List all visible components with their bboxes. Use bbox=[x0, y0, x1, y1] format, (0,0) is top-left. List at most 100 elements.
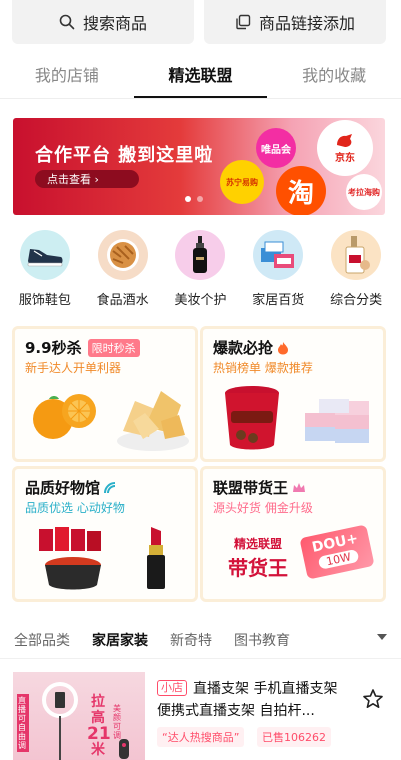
hot-search-badge: “达人热搜商品” bbox=[157, 727, 245, 747]
banner-dot[interactable] bbox=[185, 196, 191, 202]
tabs-divider bbox=[0, 98, 401, 99]
suning-logo: 苏宁易购 bbox=[220, 160, 264, 204]
chips-image bbox=[117, 391, 189, 451]
subtab-books-education[interactable]: 图书教育 bbox=[234, 630, 290, 650]
crown-icon bbox=[293, 482, 306, 492]
image-text-3: 21 bbox=[87, 724, 111, 744]
category-clothing-label: 服饰鞋包 bbox=[18, 293, 71, 308]
expand-subtabs-icon[interactable] bbox=[377, 634, 387, 640]
hot-items-subtitle: 热销榜单 爆款推荐 bbox=[213, 361, 313, 375]
flash-sale-title: 9.9秒杀 限时秒杀 bbox=[25, 337, 140, 358]
ring-light-icon bbox=[42, 682, 78, 760]
product-image-left-text: 直播可自由调 bbox=[17, 694, 29, 752]
category-subtabs: 全部品类 家居家装 新奇特 图书教育 bbox=[0, 622, 401, 658]
search-icon bbox=[59, 14, 75, 30]
gift-bag-icon bbox=[345, 236, 371, 274]
flash-sale-subtitle: 新手达人开单利器 bbox=[25, 361, 122, 375]
flash-sale-title-text: 9.9秒杀 bbox=[25, 339, 82, 357]
main-tabs: 我的店铺 精选联盟 我的收藏 bbox=[0, 50, 401, 98]
flash-sale-card[interactable]: 9.9秒杀 限时秒杀 新手达人开单利器 bbox=[12, 326, 198, 462]
category-home-label: 家居百货 bbox=[252, 293, 305, 308]
sales-king-stamp: 精选联盟 带货王 bbox=[219, 535, 297, 581]
tab-my-shop-label: 我的店铺 bbox=[34, 66, 99, 85]
jd-dog-icon bbox=[337, 133, 352, 147]
snack-bowl-icon bbox=[106, 239, 139, 271]
hot-items-title-text: 爆款必抢 bbox=[213, 339, 274, 357]
sales-king-card[interactable]: 联盟带货王 源头好货 佣金升级 精选联盟 带货王 DOU+ 10W bbox=[200, 466, 386, 602]
product-image: 直播可自由调 拉 高 21 米 美颜可调 bbox=[13, 672, 145, 760]
fire-icon bbox=[278, 341, 289, 354]
top-bar: 搜索商品 商品链接添加 bbox=[0, 0, 401, 50]
taobao-logo: 淘 bbox=[276, 166, 326, 215]
add-product-link-button[interactable]: 商品链接添加 bbox=[204, 0, 386, 44]
tab-my-shop[interactable]: 我的店铺 bbox=[0, 50, 134, 98]
tab-my-favorites[interactable]: 我的收藏 bbox=[267, 50, 401, 98]
add-product-link-label: 商品链接添加 bbox=[258, 14, 355, 33]
chocolate-tub-image bbox=[225, 386, 279, 450]
banner-pagination bbox=[185, 196, 203, 202]
banner-title: 合作平台 搬到这里啦 bbox=[35, 145, 214, 166]
sales-king-title-text: 联盟带货王 bbox=[213, 479, 289, 497]
subtabs-divider bbox=[0, 658, 401, 659]
product-image-side-text: 美颜可调 bbox=[113, 704, 121, 740]
hotpot-image bbox=[39, 527, 101, 590]
vipshop-logo: 唯品会 bbox=[256, 128, 296, 168]
search-products-button[interactable]: 搜索商品 bbox=[12, 0, 194, 44]
category-beauty[interactable]: 美妆个护 bbox=[165, 230, 235, 314]
tab-selected-alliance[interactable]: 精选联盟 bbox=[133, 50, 268, 98]
banner-view-button[interactable]: 点击查看 › bbox=[35, 170, 139, 188]
stamp-line1: 精选联盟 bbox=[233, 537, 282, 551]
tab-my-favorites-label: 我的收藏 bbox=[302, 66, 367, 85]
product-image-big-text: 拉 高 21 米 bbox=[87, 694, 111, 758]
tissue-stack-image bbox=[305, 399, 369, 443]
stamp-line2: 带货王 bbox=[228, 556, 288, 580]
category-beauty-image bbox=[175, 230, 226, 280]
category-general-image bbox=[331, 230, 382, 280]
orange-image bbox=[33, 394, 96, 439]
favorite-star-icon[interactable] bbox=[362, 688, 384, 710]
category-clothing-image bbox=[19, 230, 70, 280]
lipstick-image bbox=[147, 527, 165, 589]
tissue-box-icon bbox=[261, 241, 295, 268]
limited-time-tag: 限时秒杀 bbox=[87, 338, 140, 357]
hot-items-title: 爆款必抢 bbox=[213, 337, 289, 358]
quality-goods-title-text: 品质好物馆 bbox=[25, 479, 101, 497]
remote-icon bbox=[119, 739, 129, 759]
dou-coupon: DOU+ 10W bbox=[299, 524, 375, 580]
jd-logo-text: 京东 bbox=[335, 152, 355, 164]
quality-goods-title: 品质好物馆 bbox=[25, 477, 116, 498]
quality-goods-card[interactable]: 品质好物馆 品质优选 心动好物 bbox=[12, 466, 198, 602]
category-general-label: 综合分类 bbox=[330, 293, 383, 308]
subtab-all[interactable]: 全部品类 bbox=[14, 630, 70, 650]
category-home-image bbox=[253, 230, 304, 280]
promo-banner[interactable]: 合作平台 搬到这里啦 点击查看 › 唯品会 京东 苏宁易购 淘 考拉海购 bbox=[13, 118, 385, 215]
sales-king-subtitle: 源头好货 佣金升级 bbox=[213, 501, 313, 515]
category-food[interactable]: 食品酒水 bbox=[88, 230, 158, 314]
category-home[interactable]: 家居百货 bbox=[243, 230, 313, 314]
sales-king-title: 联盟带货王 bbox=[213, 477, 306, 498]
sold-count-badge: 已售106262 bbox=[257, 727, 331, 747]
category-row: 服饰鞋包 食品酒水 美妆个护 家居百货 综合分类 bbox=[0, 230, 401, 314]
sneaker-icon bbox=[27, 249, 63, 267]
category-clothing[interactable]: 服饰鞋包 bbox=[10, 230, 80, 314]
category-general[interactable]: 综合分类 bbox=[321, 230, 391, 314]
shop-tag: 小店 bbox=[157, 680, 187, 696]
kaola-logo: 考拉海购 bbox=[346, 174, 382, 210]
search-products-label: 搜索商品 bbox=[82, 14, 147, 33]
category-food-image bbox=[97, 230, 148, 280]
banner-dot[interactable] bbox=[197, 196, 203, 202]
category-food-label: 食品酒水 bbox=[96, 293, 149, 308]
subtab-novelty[interactable]: 新奇特 bbox=[170, 630, 212, 650]
signal-icon bbox=[104, 481, 116, 493]
subtab-home-furnishing[interactable]: 家居家装 bbox=[92, 630, 148, 650]
image-text-4: 米 bbox=[91, 742, 105, 758]
serum-bottle-icon bbox=[193, 236, 208, 273]
copy-link-icon bbox=[236, 14, 251, 30]
jd-logo: 京东 bbox=[317, 120, 373, 176]
quality-goods-subtitle: 品质优选 心动好物 bbox=[25, 501, 125, 515]
tab-selected-alliance-label: 精选联盟 bbox=[168, 66, 233, 85]
product-card[interactable]: 直播可自由调 拉 高 21 米 美颜可调 直播支架 手机直播支架 便携式直播支架… bbox=[0, 670, 401, 760]
category-beauty-label: 美妆个护 bbox=[174, 293, 227, 308]
image-text-1: 拉 bbox=[91, 694, 105, 710]
hot-items-card[interactable]: 爆款必抢 热销榜单 爆款推荐 bbox=[200, 326, 386, 462]
